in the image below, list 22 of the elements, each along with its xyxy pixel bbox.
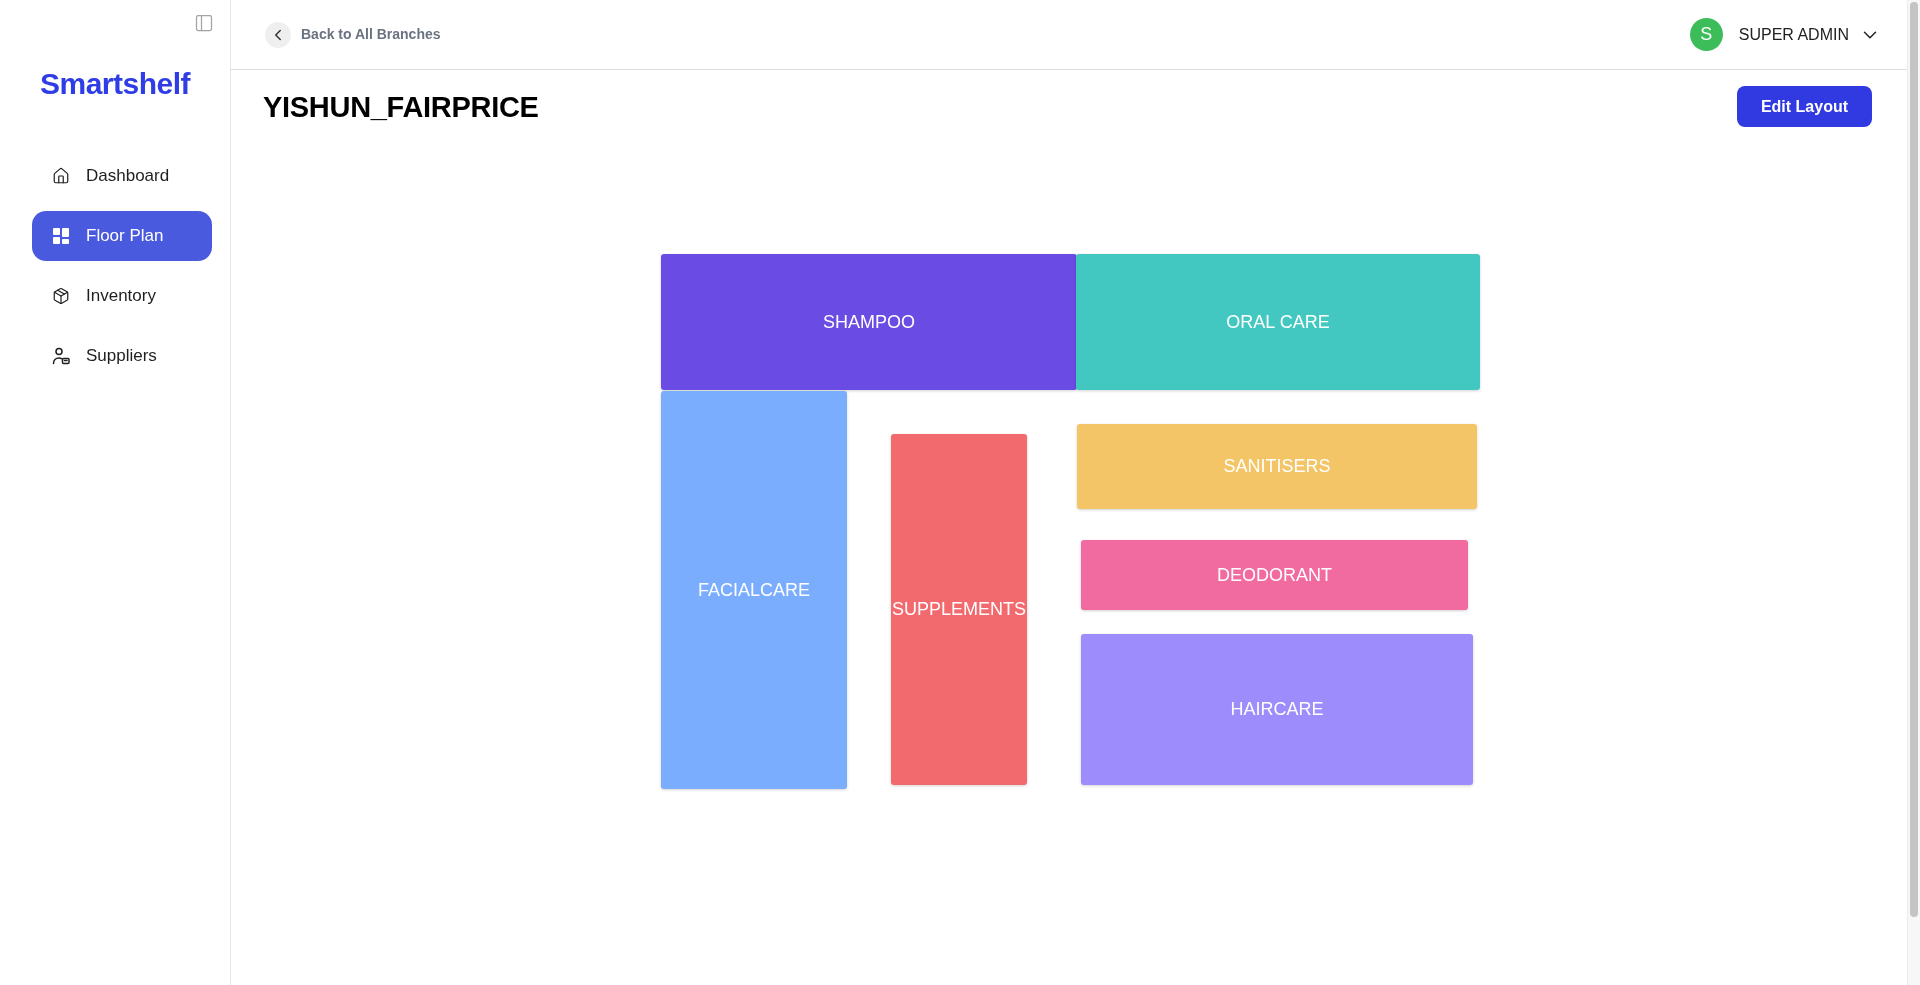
shelf-section: DEODORANT [1081, 540, 1468, 610]
shelf-section: HAIRCARE [1081, 634, 1473, 785]
scrollbar-thumb[interactable] [1910, 2, 1918, 917]
shelf-section: ORAL CARE [1076, 254, 1480, 390]
grid-icon [52, 227, 70, 245]
logo: Smartshelf [40, 67, 191, 101]
edit-layout-button[interactable]: Edit Layout [1736, 86, 1872, 127]
sidebar-toggle-icon[interactable] [194, 13, 214, 33]
shelf-section: FACIALCARE [661, 391, 847, 789]
shelf-section: SUPPLEMENTS [891, 434, 1027, 785]
user-avatar: S [1689, 18, 1723, 51]
page-title: YISHUN_FAIRPRICE [263, 90, 539, 126]
shelf-section: SANITISERS [1077, 424, 1477, 509]
user-name: SUPER ADMIN [1738, 24, 1849, 45]
sidebar-nav-item[interactable]: Floor Plan [32, 211, 212, 261]
shelf-section: SHAMPOO [661, 254, 1077, 390]
back-icon [265, 21, 291, 48]
person-box-icon [52, 347, 70, 365]
box-icon [52, 287, 70, 305]
user-menu[interactable]: S SUPER ADMIN [1689, 18, 1881, 51]
home-icon [52, 167, 70, 185]
back-link[interactable]: Back to All Branches [265, 21, 441, 48]
